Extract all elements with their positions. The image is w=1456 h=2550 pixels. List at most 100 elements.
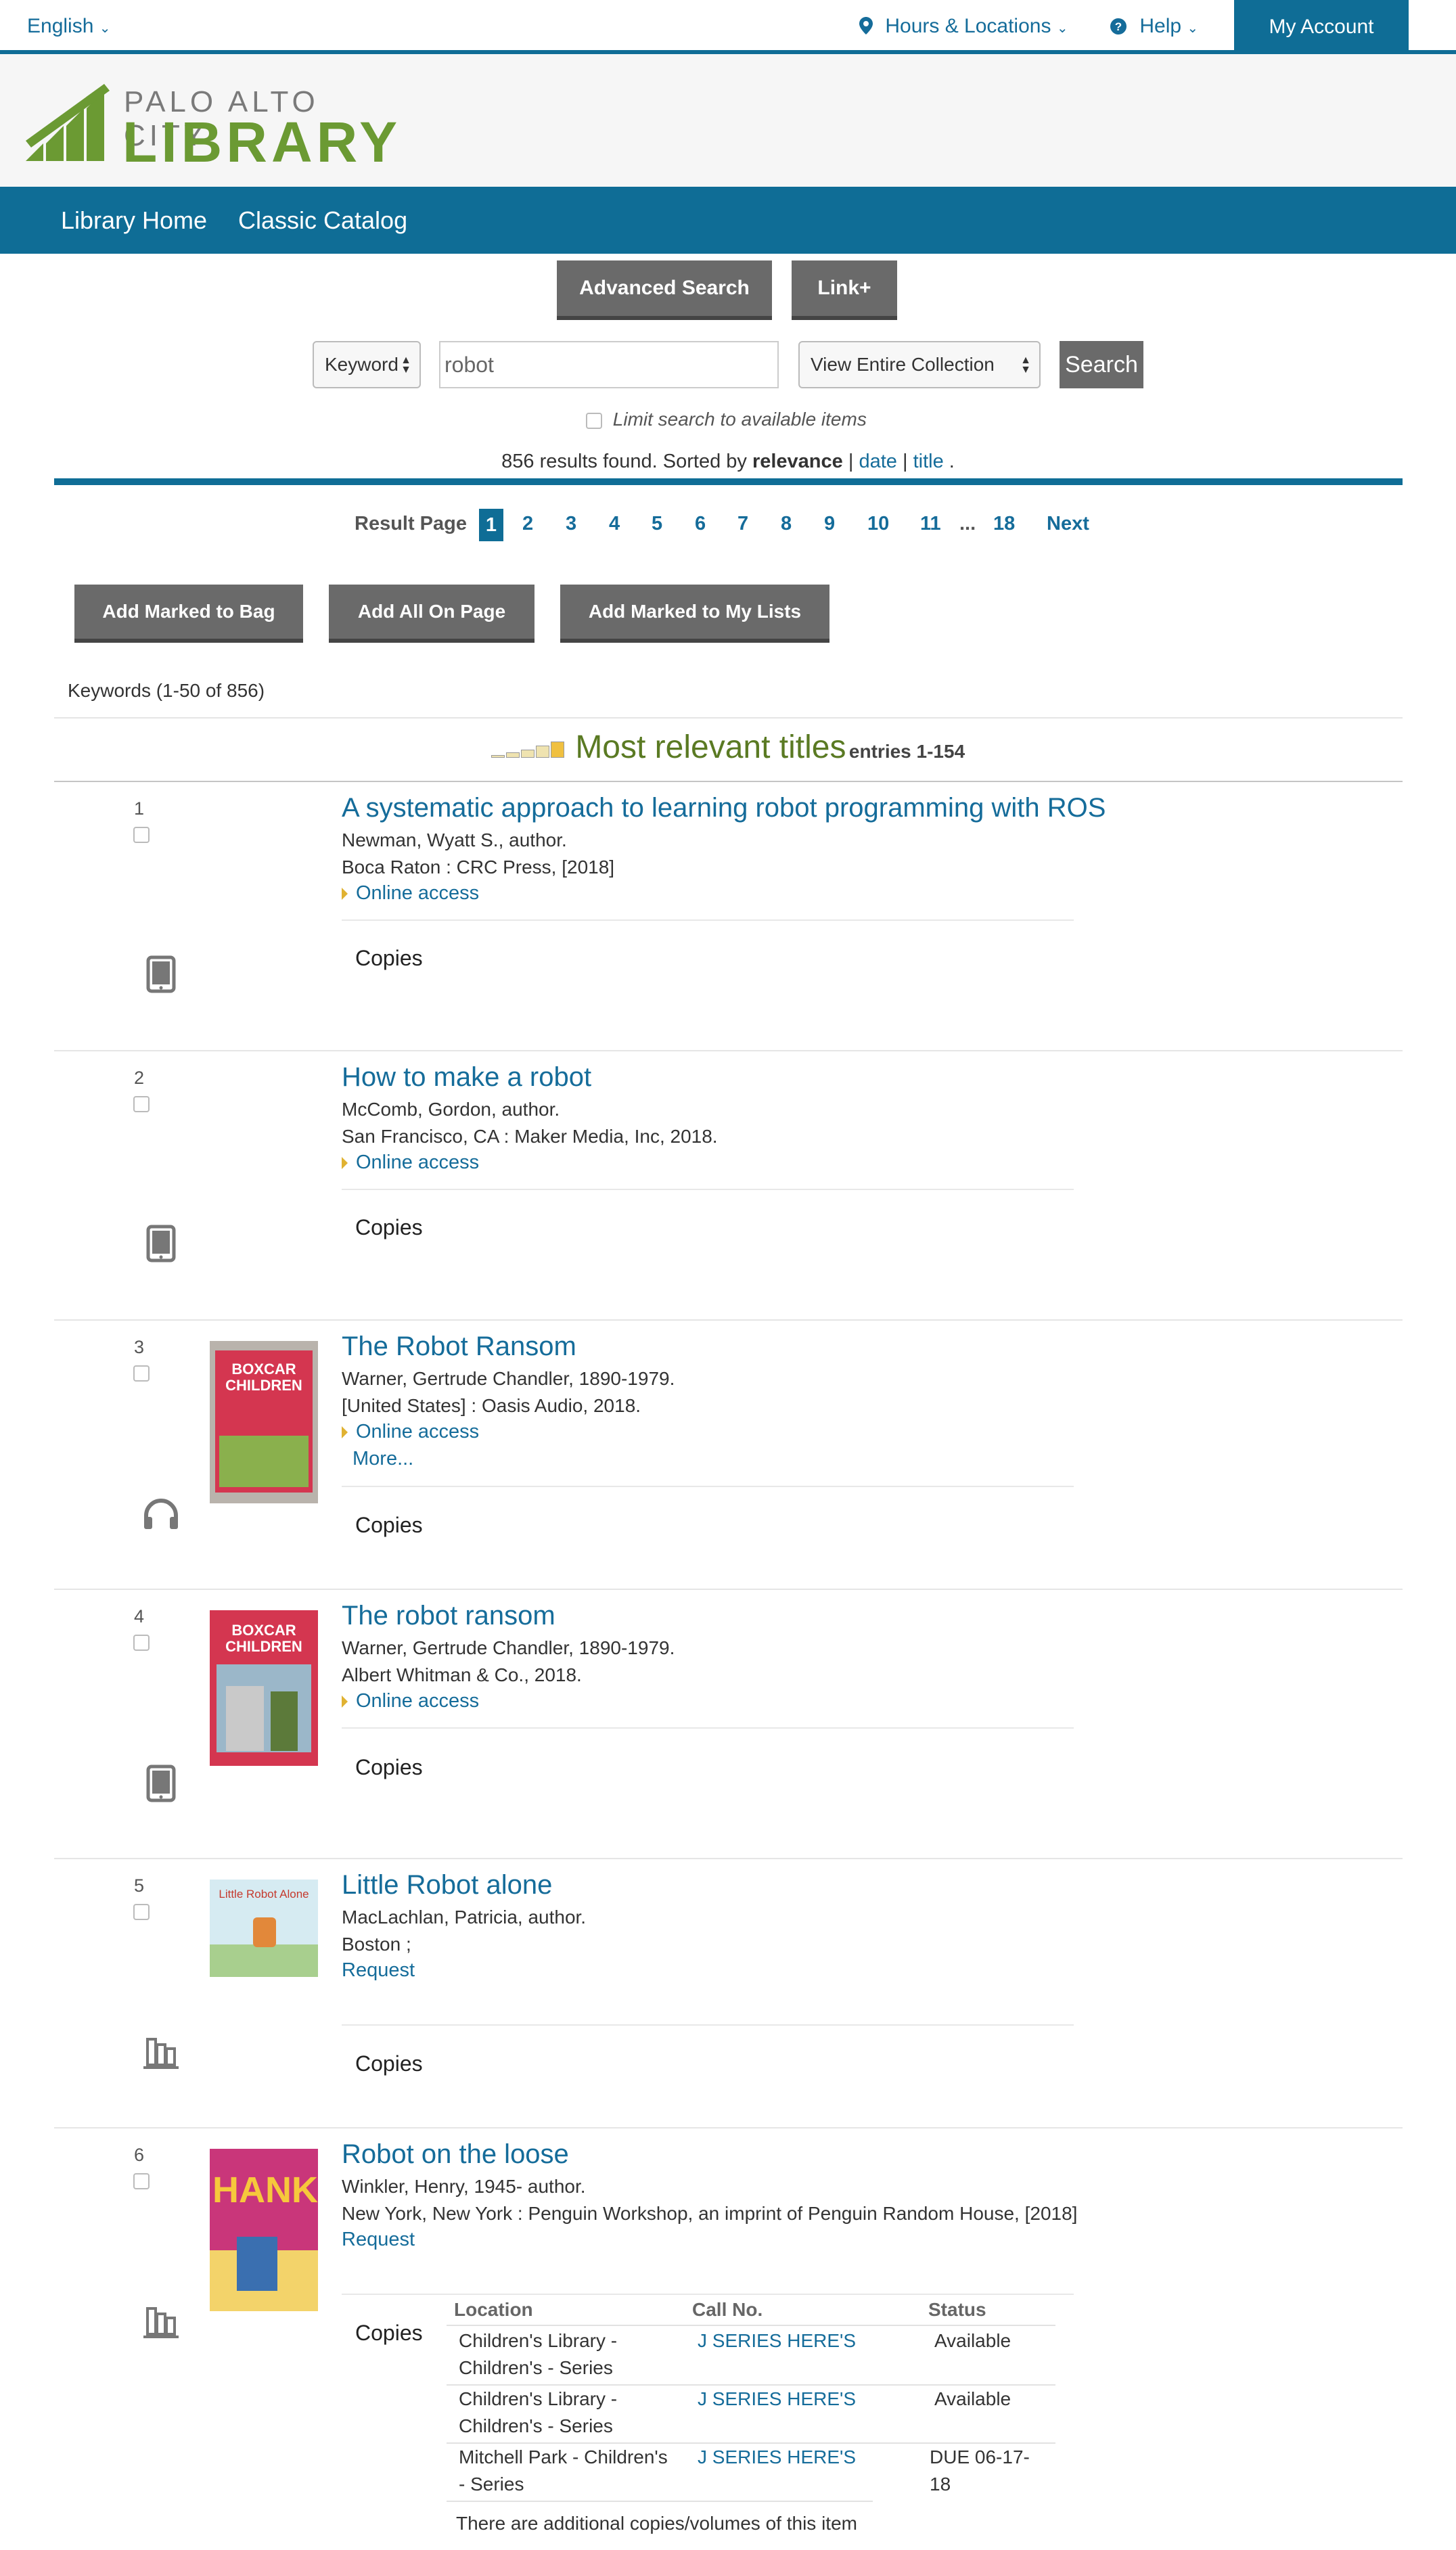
divider xyxy=(54,781,1403,782)
copies-label: Copies xyxy=(355,2321,423,2345)
holding-callno-link[interactable]: J SERIES HERE'S xyxy=(698,2386,856,2413)
chevron-down-icon: ⌄ xyxy=(1187,21,1199,36)
page-link[interactable]: 9 xyxy=(824,513,835,535)
record-title-link[interactable]: The robot ransom xyxy=(342,1601,555,1631)
record-publisher: Albert Whitman & Co., 2018. xyxy=(342,1664,582,1685)
expand-triangle-icon xyxy=(342,888,348,901)
online-access-link[interactable]: Online access xyxy=(342,882,479,905)
add-all-on-page-button[interactable]: Add All On Page xyxy=(329,585,534,643)
record-checkbox[interactable] xyxy=(133,1904,150,1920)
record-title-link[interactable]: Little Robot alone xyxy=(342,1870,552,1900)
record-title-link[interactable]: Robot on the loose xyxy=(342,2139,569,2170)
divider xyxy=(54,1589,1403,1590)
record-title-link[interactable]: The Robot Ransom xyxy=(342,1331,576,1362)
holding-callno-link[interactable]: J SERIES HERE'S xyxy=(698,2444,856,2471)
divider xyxy=(54,1858,1403,1859)
record-number: 3 xyxy=(134,1337,145,1357)
copies-label: Copies xyxy=(355,1513,423,1537)
select-arrows-icon: ▲ ▼ xyxy=(401,355,411,375)
collection-scope-select[interactable]: View Entire Collection ▲ ▼ xyxy=(798,341,1041,388)
page-link[interactable]: 11 xyxy=(920,513,941,535)
record-title-link[interactable]: How to make a robot xyxy=(342,1062,591,1093)
relevance-title: Most relevant titles xyxy=(575,729,846,765)
record-publisher: Boca Raton : CRC Press, [2018] xyxy=(342,857,615,878)
online-access-link[interactable]: Online access xyxy=(342,1421,479,1443)
page-link[interactable]: 6 xyxy=(695,513,706,535)
additional-copies-note: There are additional copies/volumes of t… xyxy=(456,2513,857,2534)
limit-available-checkbox[interactable] xyxy=(586,412,602,429)
language-selector[interactable]: English ⌄ xyxy=(27,15,111,38)
help-circle-icon: ? xyxy=(1110,18,1127,35)
record-checkbox[interactable] xyxy=(133,1096,150,1112)
book-cover-image[interactable]: Little Robot Alone xyxy=(210,1880,318,1977)
copies-label: Copies xyxy=(355,1215,423,1239)
divider xyxy=(54,717,1403,719)
page-link[interactable]: 3 xyxy=(566,513,576,535)
nav-library-home[interactable]: Library Home xyxy=(61,206,207,235)
sort-by-date-link[interactable]: date xyxy=(859,451,896,472)
page-link[interactable]: 4 xyxy=(609,513,620,535)
divider xyxy=(54,478,1403,485)
holding-location: Mitchell Park - Children's - Series xyxy=(459,2446,668,2495)
headphones-icon xyxy=(144,1499,178,1529)
record-publisher: [United States] : Oasis Audio, 2018. xyxy=(342,1395,641,1416)
record-author: Newman, Wyatt S., author. xyxy=(342,829,567,850)
record-publisher: San Francisco, CA : Maker Media, Inc, 20… xyxy=(342,1126,718,1147)
holding-callno-link[interactable]: J SERIES HERE'S xyxy=(698,2327,856,2354)
record-title-link[interactable]: A systematic approach to learning robot … xyxy=(342,793,1106,823)
top-utility-bar: English ⌄ Hours & Locations ⌄ ? Help ⌄ M… xyxy=(0,0,1456,92)
col-status: Status xyxy=(928,2299,986,2320)
online-access-link[interactable]: Online access xyxy=(342,1690,479,1712)
page-link[interactable]: 2 xyxy=(522,513,533,535)
search-type-select[interactable]: Keyword ▲ ▼ xyxy=(313,341,421,388)
linkplus-button[interactable]: Link+ xyxy=(792,260,897,320)
hours-locations-menu[interactable]: Hours & Locations ⌄ xyxy=(859,15,1068,38)
online-access-label: Online access xyxy=(356,1690,480,1712)
holding-status: Available xyxy=(934,2388,1011,2409)
cover-title: BOXCAR CHILDREN xyxy=(225,1622,302,1655)
keywords-range: Keywords (1-50 of 856) xyxy=(68,680,265,701)
record-number: 1 xyxy=(134,798,145,819)
chevron-down-icon: ⌄ xyxy=(1056,21,1068,36)
book-cover-image[interactable]: BOXCAR CHILDREN xyxy=(210,1610,318,1766)
next-page-link[interactable]: Next xyxy=(1047,513,1089,535)
page-link[interactable]: 7 xyxy=(737,513,748,535)
page-link[interactable]: 8 xyxy=(781,513,792,535)
book-cover-image[interactable]: BOXCAR CHILDREN xyxy=(210,1341,318,1503)
sort-by-title-link[interactable]: title xyxy=(913,451,944,472)
page-link[interactable]: 5 xyxy=(652,513,662,535)
online-access-label: Online access xyxy=(356,882,480,904)
col-location: Location xyxy=(454,2299,533,2320)
library-logo[interactable]: PALO ALTO CITY LIBRARY xyxy=(0,54,397,187)
books-icon xyxy=(143,2038,179,2069)
book-cover-image[interactable]: HANK xyxy=(210,2149,318,2311)
record-checkbox[interactable] xyxy=(133,2173,150,2189)
page-link[interactable]: 18 xyxy=(993,513,1015,535)
request-link[interactable]: Request xyxy=(342,1959,415,1982)
advanced-search-button[interactable]: Advanced Search xyxy=(557,260,772,320)
online-access-link[interactable]: Online access xyxy=(342,1152,479,1174)
more-link[interactable]: More... xyxy=(352,1448,413,1470)
divider xyxy=(342,2294,1074,2295)
page-ellipsis: ... xyxy=(959,513,976,534)
language-label: English xyxy=(27,15,94,37)
record-number: 2 xyxy=(134,1068,145,1088)
record-checkbox[interactable] xyxy=(133,1635,150,1651)
add-marked-to-lists-button[interactable]: Add Marked to My Lists xyxy=(560,585,829,643)
divider xyxy=(54,1050,1403,1051)
result-page-label: Result Page xyxy=(355,513,467,534)
record-checkbox[interactable] xyxy=(133,1365,150,1382)
divider xyxy=(342,1486,1074,1487)
sort-end: . xyxy=(949,451,955,472)
record-checkbox[interactable] xyxy=(133,827,150,843)
holding-location: Children's Library - Children's - Series xyxy=(459,2330,618,2378)
nav-classic-catalog[interactable]: Classic Catalog xyxy=(238,206,407,235)
chevron-down-icon: ⌄ xyxy=(99,21,111,36)
my-account-button[interactable]: My Account Classic xyxy=(1234,0,1409,92)
search-button[interactable]: Search xyxy=(1060,341,1143,388)
add-marked-to-bag-button[interactable]: Add Marked to Bag xyxy=(74,585,303,643)
search-input[interactable]: robot xyxy=(439,341,779,388)
help-menu[interactable]: ? Help ⌄ xyxy=(1110,15,1198,38)
request-link[interactable]: Request xyxy=(342,2229,415,2251)
page-link[interactable]: 10 xyxy=(867,513,889,535)
